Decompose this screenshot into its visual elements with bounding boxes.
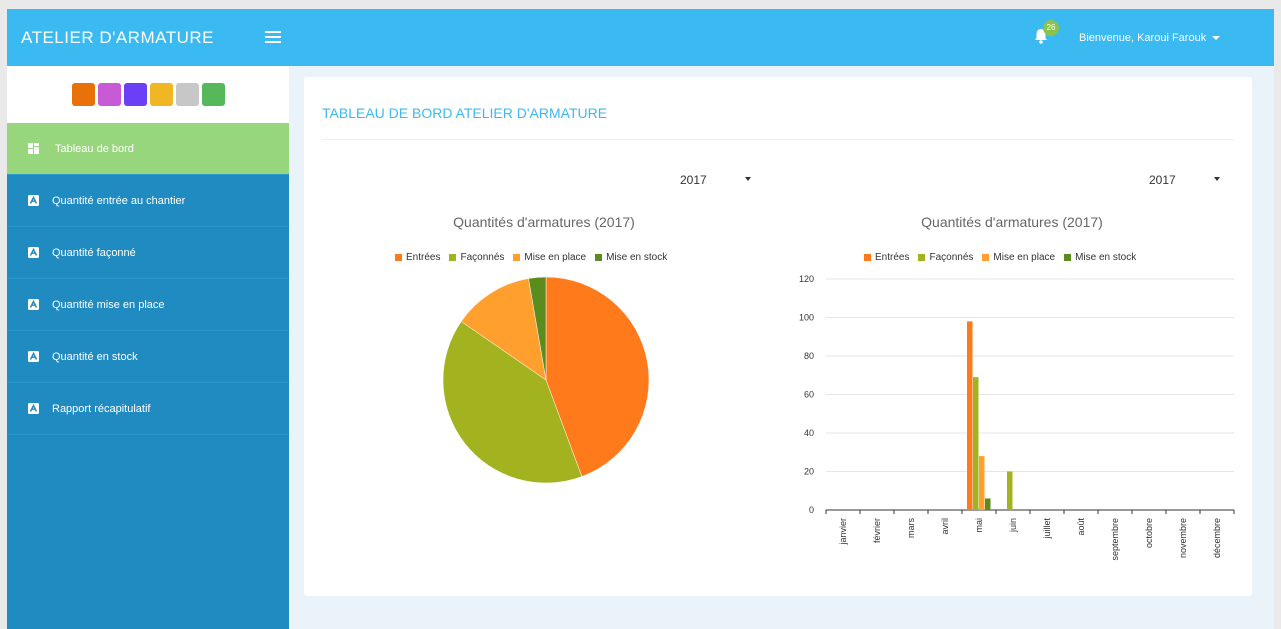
y-tick-label: 120 <box>799 274 814 284</box>
year-select-right[interactable]: 2017 <box>1149 173 1220 187</box>
sidebar-item[interactable]: Rapport récapitulatif <box>7 383 289 435</box>
page-title: TABLEAU DE BORD ATELIER D'ARMATURE <box>322 105 608 121</box>
legend-swatch <box>982 254 990 261</box>
sidebar-menu: Tableau de bord Quantité entrée au chanti… <box>7 123 289 435</box>
y-tick-label: 100 <box>799 313 814 323</box>
x-tick-label: octobre <box>1144 518 1154 548</box>
x-tick-label: mars <box>906 518 916 538</box>
legend-swatch <box>1064 254 1072 261</box>
legend-label: Façonnés <box>929 252 974 263</box>
theme-swatch[interactable] <box>201 83 225 106</box>
report-icon <box>28 351 39 362</box>
bar[interactable] <box>973 377 979 510</box>
y-tick-label: 40 <box>804 428 814 438</box>
dropdown-arrow-icon <box>745 177 751 181</box>
bar-legend: Entrées Façonnés Mise en place Mise en stoc… <box>864 252 1136 263</box>
bar[interactable] <box>1007 471 1013 511</box>
theme-swatch[interactable] <box>175 83 199 106</box>
sidebar-item-label: Quantité façonné <box>52 246 136 259</box>
bar-chart-title: Quantités d'armatures (2017) <box>921 214 1103 230</box>
y-tick-label: 20 <box>804 467 814 477</box>
top-navbar: ATELIER D'ARMATURE 26 Bienvenue, Karoui … <box>7 9 1274 66</box>
sidebar-item-label: Quantité en stock <box>52 350 138 363</box>
theme-swatches <box>7 66 289 123</box>
y-tick-label: 0 <box>809 505 814 515</box>
x-tick-label: août <box>1076 518 1086 536</box>
notification-badge: 26 <box>1043 20 1059 36</box>
sidebar-item-label: Rapport récapitulatif <box>52 402 151 415</box>
x-tick-label: mai <box>974 518 984 533</box>
pie-chart <box>442 276 650 484</box>
legend-label: Entrées <box>875 252 910 263</box>
year-select-left[interactable]: 2017 <box>680 173 751 187</box>
legend-entry[interactable]: Mise en place <box>982 252 1055 263</box>
sidebar-item[interactable]: Quantité en stock <box>7 331 289 383</box>
brand-title[interactable]: ATELIER D'ARMATURE <box>21 28 214 48</box>
dropdown-arrow-icon <box>1214 177 1220 181</box>
legend-entry[interactable]: Entrées <box>864 252 909 263</box>
caret-down-icon <box>1212 36 1221 41</box>
theme-swatch[interactable] <box>97 83 121 106</box>
bar[interactable] <box>979 456 985 510</box>
sidebar: Tableau de bord Quantité entrée au chanti… <box>7 66 289 629</box>
bar[interactable] <box>967 321 973 510</box>
y-tick-label: 80 <box>804 351 814 361</box>
bar-chart: 0 20 40 60 80 100 120 janvier février mars avril ma… <box>799 274 1235 561</box>
menu-toggle-icon[interactable] <box>265 31 281 43</box>
legend-label: Mise en place <box>993 252 1056 263</box>
theme-swatch[interactable] <box>123 83 147 106</box>
user-greeting: Bienvenue, Karoui Farouk <box>1079 32 1207 44</box>
legend-swatch <box>864 254 871 261</box>
year-select-right-value: 2017 <box>1149 173 1176 187</box>
y-tick-label: 60 <box>804 390 814 400</box>
legend-entry[interactable]: Mise en stock <box>1064 252 1136 263</box>
user-menu[interactable]: Bienvenue, Karoui Farouk <box>1079 32 1221 44</box>
x-tick-label: décembre <box>1212 518 1222 558</box>
x-tick-label: janvier <box>838 518 848 546</box>
sidebar-item-label: Tableau de bord <box>55 142 134 155</box>
sidebar-item-label: Quantité mise en place <box>52 298 165 311</box>
legend-swatch <box>395 254 402 261</box>
x-tick-label: septembre <box>1110 518 1120 561</box>
year-select-left-value: 2017 <box>680 173 707 187</box>
legend-label: Mise en stock <box>1075 252 1137 263</box>
sidebar-item-label: Quantité entrée au chantier <box>52 194 186 207</box>
theme-swatch[interactable] <box>149 83 173 106</box>
report-icon <box>28 247 39 258</box>
legend-swatch <box>513 254 521 261</box>
dashboard-panel: TABLEAU DE BORD ATELIER D'ARMATURE 2017 … <box>304 77 1252 596</box>
x-tick-label: novembre <box>1178 518 1188 558</box>
sidebar-item[interactable]: Quantité façonné <box>7 227 289 279</box>
bar[interactable] <box>985 498 991 510</box>
title-divider <box>322 139 1234 140</box>
sidebar-item[interactable]: Tableau de bord <box>7 123 289 175</box>
x-tick-label: juin <box>1008 518 1018 533</box>
theme-swatch[interactable] <box>71 83 95 106</box>
app-frame: ATELIER D'ARMATURE 26 Bienvenue, Karoui … <box>7 9 1274 629</box>
x-tick-label: février <box>872 518 882 543</box>
x-tick-label: juillet <box>1042 518 1052 540</box>
dashboard-icon <box>28 143 39 154</box>
legend-swatch <box>595 254 603 261</box>
pie-chart-title: Quantités d'armatures (2017) <box>453 214 635 230</box>
legend-swatch <box>918 254 926 261</box>
legend-swatch <box>449 254 457 261</box>
report-icon <box>28 403 39 414</box>
x-tick-label: avril <box>940 518 950 535</box>
report-icon <box>28 195 39 206</box>
sidebar-item[interactable]: Quantité entrée au chantier <box>7 175 289 227</box>
sidebar-item[interactable]: Quantité mise en place <box>7 279 289 331</box>
report-icon <box>28 299 39 310</box>
legend-entry[interactable]: Façonnés <box>918 252 973 263</box>
